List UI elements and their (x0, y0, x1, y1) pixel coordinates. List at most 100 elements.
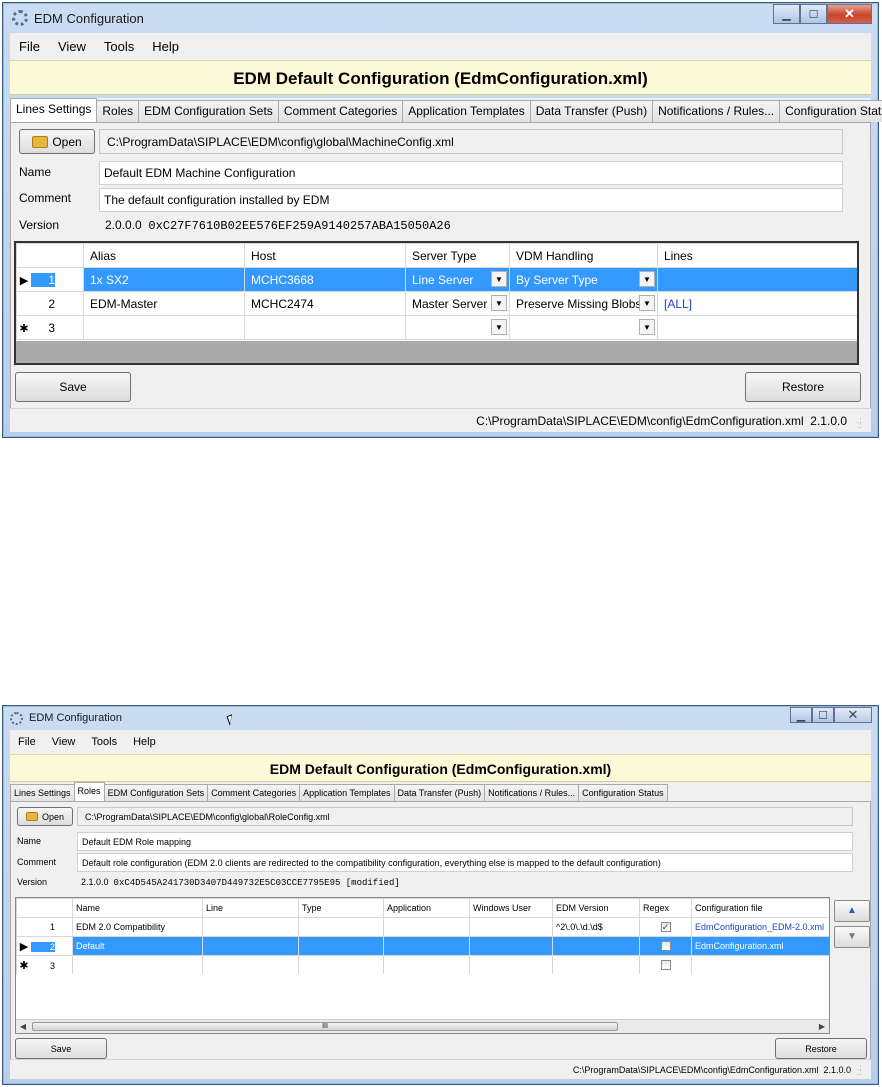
table-row[interactable]: ▶ 2 Default EdmConfiguration.xml (16, 936, 829, 956)
menu-help[interactable]: Help (125, 736, 164, 748)
menu-help[interactable]: Help (143, 39, 188, 54)
tab-notifications-rules[interactable]: Notifications / Rules... (484, 784, 580, 801)
title-bar[interactable]: EDM Configuration ▁ ☐ ✕ (3, 3, 878, 33)
column-header-application[interactable]: Application (383, 898, 470, 918)
alias-cell[interactable]: EDM-Master (83, 291, 245, 316)
column-header-configuration-file[interactable]: Configuration file (691, 898, 829, 918)
application-cell[interactable] (383, 917, 470, 937)
save-button[interactable]: Save (15, 1038, 107, 1059)
tab-lines-settings[interactable]: Lines Settings (10, 784, 75, 801)
tab-data-transfer[interactable]: Data Transfer (Push) (393, 784, 486, 801)
type-cell[interactable] (298, 936, 384, 956)
type-cell[interactable] (298, 917, 384, 937)
minimize-button[interactable]: ▁ (773, 4, 800, 24)
configuration-file-link[interactable]: EdmConfiguration_EDM-2.0.xml (691, 917, 829, 937)
tab-data-transfer[interactable]: Data Transfer (Push) (529, 100, 654, 122)
row-header[interactable]: ✱ 3 (16, 955, 73, 975)
menu-view[interactable]: View (44, 736, 84, 748)
host-cell[interactable] (244, 315, 406, 340)
menu-tools[interactable]: Tools (95, 39, 143, 54)
line-cell[interactable] (202, 955, 299, 975)
chevron-down-icon[interactable]: ▼ (491, 271, 507, 287)
server-type-dropdown[interactable]: Line Server ▼ (405, 267, 510, 292)
tab-configuration-status[interactable]: Configuration Status (578, 784, 668, 801)
line-cell[interactable] (202, 936, 299, 956)
tab-edm-configuration-sets[interactable]: EDM Configuration Sets (103, 784, 209, 801)
table-row-new[interactable]: ✱ 3 (16, 955, 829, 975)
menu-file[interactable]: File (10, 736, 44, 748)
column-header-windows-user[interactable]: Windows User (469, 898, 553, 918)
scroll-left-icon[interactable]: ◀ (16, 1020, 30, 1033)
application-cell[interactable] (383, 955, 470, 975)
column-header-vdm-handling[interactable]: VDM Handling (509, 243, 658, 268)
tab-lines-settings[interactable]: Lines Settings (10, 98, 98, 122)
type-cell[interactable] (298, 955, 384, 975)
server-type-dropdown[interactable]: Master Server ▼ (405, 291, 510, 316)
tab-application-templates[interactable]: Application Templates (402, 100, 531, 122)
tab-comment-categories[interactable]: Comment Categories (207, 784, 301, 801)
row-header[interactable]: 1 (16, 917, 73, 937)
configuration-file-link[interactable]: EdmConfiguration.xml (691, 936, 829, 956)
chevron-down-icon[interactable]: ▼ (639, 319, 655, 335)
menu-view[interactable]: View (49, 39, 95, 54)
vdm-handling-dropdown[interactable]: ▼ (509, 315, 658, 340)
column-header-regex[interactable]: Regex (639, 898, 692, 918)
chevron-down-icon[interactable]: ▼ (639, 295, 655, 311)
table-row[interactable]: 1 EDM 2.0 Compatibility ^2\.0\.\d.\d$ ✓ … (16, 917, 829, 937)
host-cell[interactable]: MCHC2474 (244, 291, 406, 316)
vdm-handling-dropdown[interactable]: By Server Type ▼ (509, 267, 658, 292)
resize-grip-icon[interactable]: .:.: (857, 417, 867, 430)
table-row[interactable]: 2 EDM-Master MCHC2474 Master Server ▼ Pre… (16, 291, 857, 316)
menu-tools[interactable]: Tools (83, 736, 125, 748)
tab-edm-configuration-sets[interactable]: EDM Configuration Sets (138, 100, 279, 122)
regex-checkbox[interactable] (660, 941, 671, 952)
configuration-file-cell[interactable] (691, 955, 829, 975)
server-type-dropdown[interactable]: ▼ (405, 315, 510, 340)
move-up-button[interactable]: ▲ (834, 900, 870, 922)
edm-version-cell[interactable] (552, 936, 640, 956)
restore-button[interactable]: Restore (775, 1038, 867, 1059)
windows-user-cell[interactable] (469, 917, 553, 937)
open-button[interactable]: Open (19, 129, 95, 154)
application-cell[interactable] (383, 936, 470, 956)
column-header-lines[interactable]: Lines (657, 243, 857, 268)
scrollbar-thumb[interactable]: III (32, 1022, 618, 1031)
name-cell[interactable]: Default (72, 936, 203, 956)
table-row-new[interactable]: ✱ 3 ▼ ▼ (16, 315, 857, 340)
chevron-down-icon[interactable]: ▼ (491, 319, 507, 335)
tab-application-templates[interactable]: Application Templates (299, 784, 395, 801)
column-header-host[interactable]: Host (244, 243, 406, 268)
chevron-down-icon[interactable]: ▼ (639, 271, 655, 287)
maximize-button[interactable]: ☐ (812, 707, 834, 723)
column-header-server-type[interactable]: Server Type (405, 243, 510, 268)
close-button[interactable]: ✕ (827, 4, 872, 24)
edm-version-cell[interactable] (552, 955, 640, 975)
tab-roles[interactable]: Roles (96, 100, 140, 122)
column-header-alias[interactable]: Alias (83, 243, 245, 268)
lines-cell-link[interactable]: [ALL] (657, 291, 857, 316)
tab-roles[interactable]: Roles (73, 782, 105, 801)
tab-configuration-status[interactable]: Configuration Status (779, 100, 882, 122)
scroll-right-icon[interactable]: ▶ (815, 1020, 829, 1033)
column-header-edm-version[interactable]: EDM Version (552, 898, 640, 918)
tab-comment-categories[interactable]: Comment Categories (277, 100, 404, 122)
save-button[interactable]: Save (15, 372, 131, 402)
maximize-button[interactable]: ☐ (800, 4, 827, 24)
menu-file[interactable]: File (10, 39, 49, 54)
restore-button[interactable]: Restore (745, 372, 861, 402)
regex-checkbox[interactable] (660, 960, 671, 971)
line-cell[interactable] (202, 917, 299, 937)
edm-version-cell[interactable]: ^2\.0\.\d.\d$ (552, 917, 640, 937)
row-header[interactable]: ▶ 1 (16, 267, 84, 292)
name-cell[interactable]: EDM 2.0 Compatibility (72, 917, 203, 937)
regex-checkbox[interactable]: ✓ (660, 922, 671, 933)
open-button[interactable]: Open (17, 807, 73, 826)
alias-cell[interactable]: 1x SX2 (83, 267, 245, 292)
comment-field[interactable]: The default configuration installed by E… (99, 188, 843, 212)
column-header-name[interactable]: Name (72, 898, 203, 918)
column-header-line[interactable]: Line (202, 898, 299, 918)
name-cell[interactable] (72, 955, 203, 975)
windows-user-cell[interactable] (469, 955, 553, 975)
move-down-button[interactable]: ▼ (834, 926, 870, 948)
tab-notifications-rules[interactable]: Notifications / Rules... (652, 100, 781, 122)
